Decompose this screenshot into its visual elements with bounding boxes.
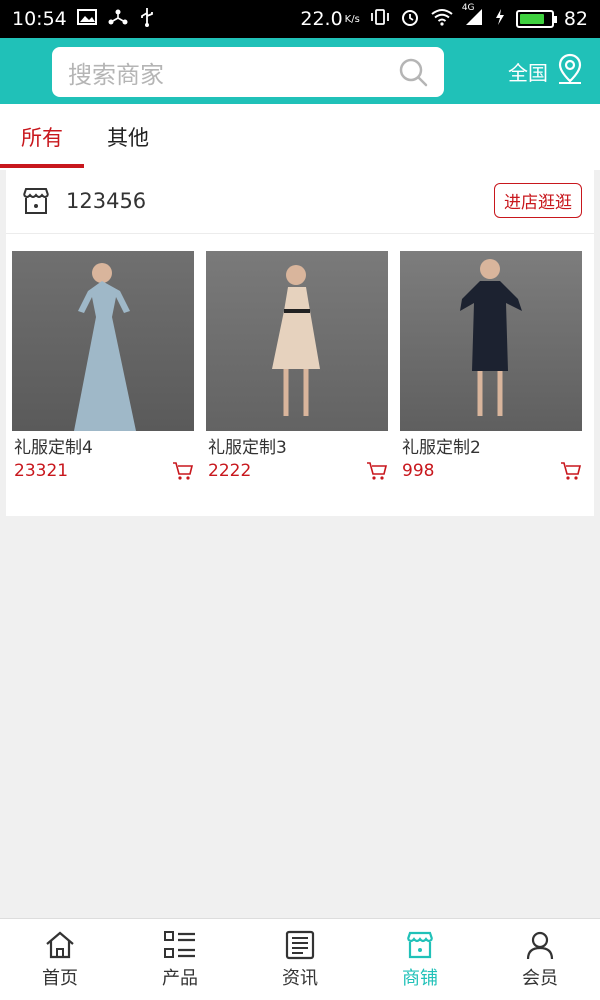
dress-illustration [460,259,522,416]
list-icon [163,930,197,960]
tab-other[interactable]: 其他 [86,104,170,170]
product-grid: 礼服定制4 23321 礼服定制3 2222 礼服定制2 998 [12,251,588,501]
network-type: 4G [461,3,475,13]
status-bar: 10:54 22.0 K/s 4G 82 [0,0,600,38]
alarm-icon [400,7,420,31]
wifi-icon [430,8,454,30]
product-price-row: 23321 [12,461,194,481]
tab-all[interactable]: 所有 [0,104,84,170]
usb-icon [139,7,155,31]
nav-home-label: 首页 [42,967,78,989]
nav-store[interactable]: 商铺 [360,919,480,1000]
product-price: 23321 [14,461,69,481]
store-header: 123456 进店逛逛 [6,168,594,234]
bottom-nav: 首页 产品 资讯 商铺 会员 [0,918,600,1000]
tab-all-label: 所有 [21,126,63,150]
store-name: 123456 [66,188,147,213]
product-price: 998 [402,461,435,481]
dress-illustration [272,265,320,416]
store-icon [20,185,52,217]
nav-store-label: 商铺 [402,967,438,989]
share-icon [107,8,129,30]
network-speed-unit: K/s [344,13,360,25]
nav-news-label: 资讯 [282,967,318,989]
battery-fill [519,14,545,24]
product-title: 礼服定制3 [208,438,287,458]
search-input[interactable]: 搜索商家 [52,47,444,97]
product-image[interactable] [12,251,194,431]
cart-icon[interactable] [172,461,194,481]
search-icon[interactable] [398,57,428,87]
product-price-row: 2222 [206,461,388,481]
store-card: 123456 进店逛逛 礼服定制4 23321 礼服定制3 2222 礼服定制2… [6,168,594,516]
status-right: 22.0 K/s 4G 82 [300,4,588,31]
news-icon [285,930,315,960]
status-time: 10:54 [12,8,67,30]
product-image[interactable] [206,251,388,431]
product-title: 礼服定制2 [402,438,481,458]
product-price: 2222 [208,461,252,481]
cart-icon[interactable] [366,461,388,481]
product-card[interactable]: 礼服定制4 23321 [12,251,194,501]
category-tabs: 所有 其他 [0,104,600,170]
product-card[interactable]: 礼服定制2 998 [400,251,582,501]
search-placeholder: 搜索商家 [68,60,164,89]
product-price-row: 998 [400,461,582,481]
enter-store-button[interactable]: 进店逛逛 [494,183,582,218]
region-selector[interactable]: 全国 [508,53,584,89]
signal-icon: 4G [462,4,484,30]
battery-icon [515,10,557,28]
image-icon [76,8,97,30]
location-pin-icon [556,53,584,90]
user-icon [525,930,555,960]
nav-news[interactable]: 资讯 [240,919,360,1000]
nav-home[interactable]: 首页 [0,919,120,1000]
nav-member-label: 会员 [522,967,558,989]
status-left: 10:54 [12,7,155,31]
product-title: 礼服定制4 [14,438,93,458]
nav-member[interactable]: 会员 [480,919,600,1000]
charging-icon [494,8,506,30]
product-card[interactable]: 礼服定制3 2222 [206,251,388,501]
cart-icon[interactable] [560,461,582,481]
tab-other-label: 其他 [107,126,149,150]
app-header: 搜索商家 全国 [0,38,600,104]
vibrate-icon [370,8,390,30]
dress-illustration [74,263,136,431]
product-image[interactable] [400,251,582,431]
region-label: 全国 [508,60,548,85]
nav-products[interactable]: 产品 [120,919,240,1000]
nav-products-label: 产品 [162,967,198,989]
store-icon [404,930,436,960]
home-icon [44,930,76,960]
battery-percent: 82 [563,8,588,30]
network-speed: 22.0 [300,8,343,30]
